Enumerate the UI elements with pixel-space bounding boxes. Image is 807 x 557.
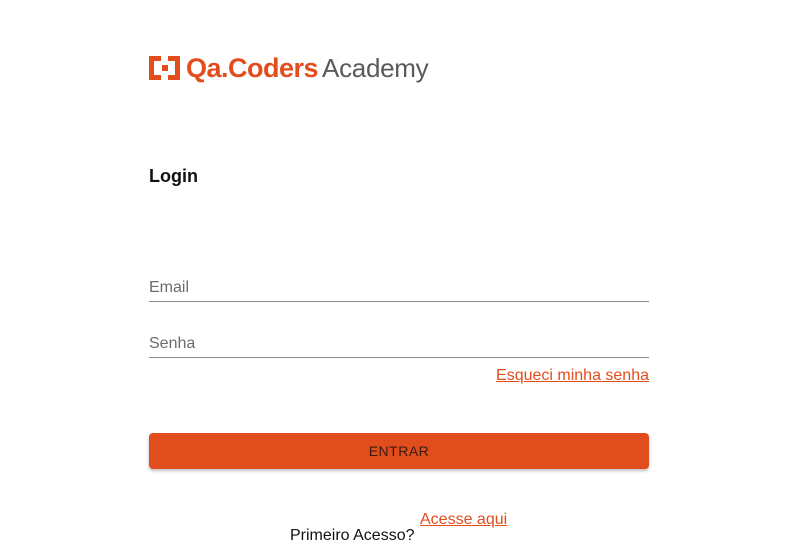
password-input[interactable]: [149, 331, 649, 357]
submit-button[interactable]: ENTRAR: [149, 433, 649, 469]
email-input[interactable]: [149, 275, 649, 301]
email-field: [149, 275, 649, 302]
access-here-link[interactable]: Acesse aqui: [420, 511, 507, 529]
login-page: Qa.Coders Academy Login Esqueci minha se…: [0, 0, 807, 557]
password-field: [149, 331, 649, 358]
logo-sub-text: Academy: [322, 53, 429, 83]
page-title: Login: [149, 166, 198, 186]
forgot-password-link[interactable]: Esqueci minha senha: [496, 367, 649, 385]
first-access-label: Primeiro Acesso?: [290, 527, 415, 544]
brand-logo: Qa.Coders Academy: [149, 52, 429, 84]
logo-brand-text: Qa.Coders: [186, 52, 319, 83]
qacoders-logo-icon: [149, 56, 180, 80]
